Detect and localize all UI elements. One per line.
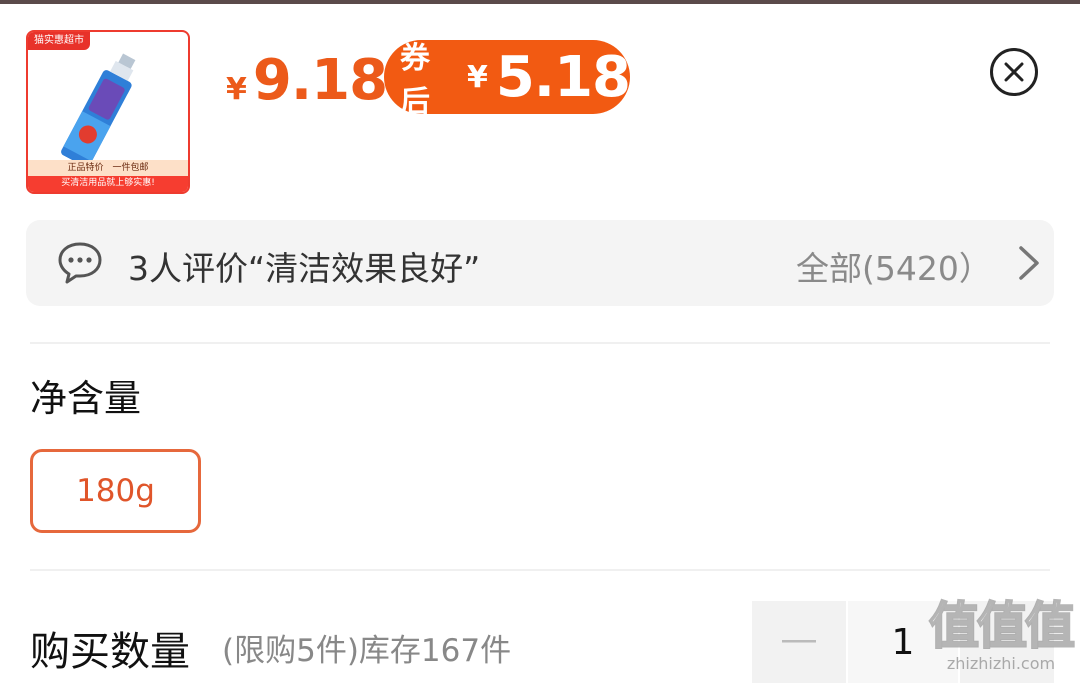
minus-icon <box>782 640 816 643</box>
spec-title: 净含量 <box>30 377 141 420</box>
divider <box>30 342 1050 344</box>
toothpaste-tube-image <box>61 53 136 168</box>
coupon-currency-symbol: ¥ <box>466 59 488 95</box>
all-reviews-link[interactable]: 全部(5420） <box>796 242 992 290</box>
thumbnail-store-tag: 猫实惠超市 <box>28 32 90 50</box>
quantity-decrease-button[interactable] <box>752 601 846 683</box>
original-price: ¥ 9.18 <box>226 48 388 113</box>
currency-symbol: ¥ <box>226 72 247 107</box>
coupon-price-amount: 5.18 <box>495 44 631 110</box>
product-thumbnail: 猫实惠超市 正品特价 一件包邮 买清洁用品就上够实惠! <box>26 30 190 194</box>
coupon-label: 券后 <box>400 41 430 120</box>
watermark-logo-text: 值值值 <box>928 597 1076 655</box>
divider <box>30 569 1050 571</box>
review-highlight-text: 3人评价“清洁效果良好” <box>128 249 481 288</box>
comment-icon <box>58 242 102 284</box>
close-icon <box>1004 62 1024 82</box>
close-button[interactable] <box>990 48 1038 96</box>
thumbnail-slogan-text: 买清洁用品就上够实惠! <box>61 178 155 188</box>
thumbnail-promo-text: 正品特价 一件包邮 <box>28 160 188 176</box>
spec-option-180g[interactable]: 180g <box>30 449 201 533</box>
chevron-right-icon <box>1019 246 1039 280</box>
watermark-url: zhizhizhi.com <box>946 654 1056 673</box>
site-watermark: 值值值 zhizhizhi.com <box>928 597 1076 680</box>
coupon-price-badge: 券后 ¥ 5.18 <box>384 40 631 120</box>
quantity-limit-note: (限购5件)库存167件 <box>222 633 512 669</box>
quantity-title: 购买数量 <box>30 629 190 675</box>
review-summary-bar[interactable]: 3人评价“清洁效果良好” 全部(5420） <box>26 220 1054 306</box>
top-strip <box>0 0 1080 4</box>
price-amount: 9.18 <box>252 48 388 113</box>
